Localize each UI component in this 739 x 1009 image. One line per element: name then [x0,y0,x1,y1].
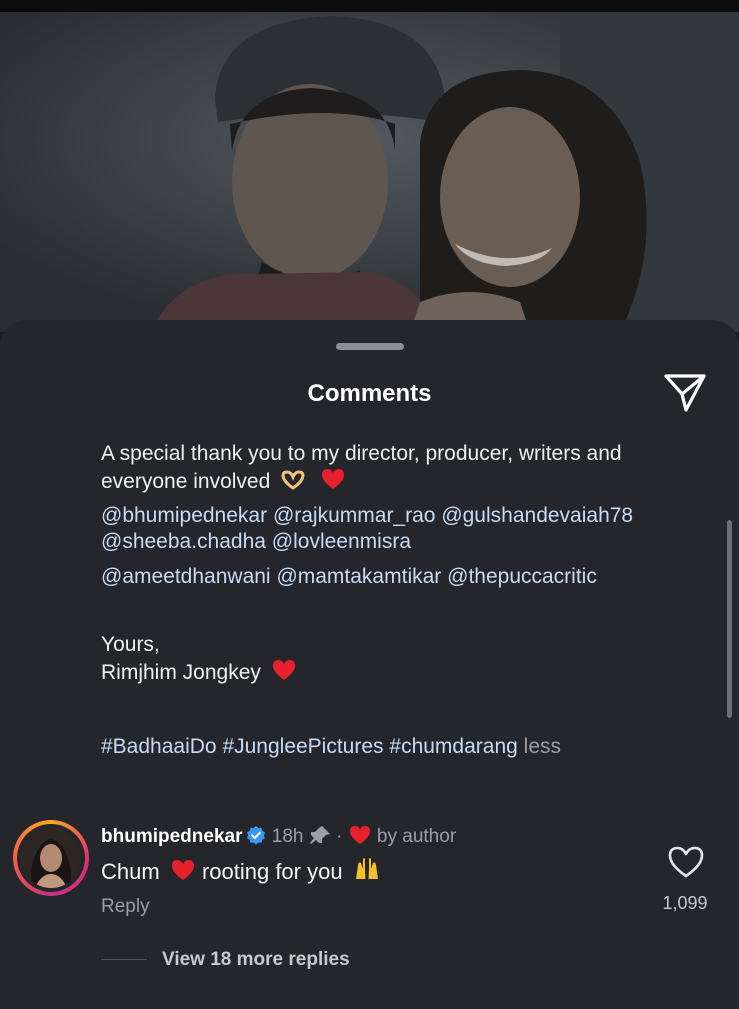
red-heart-emoji [320,467,346,498]
video-background [0,12,739,332]
comment-text: Chum rooting for you [101,855,385,889]
replies-divider [101,959,147,960]
caption-line-2: everyone involved [101,470,271,493]
caption-line-1: A special thank you to my director, prod… [101,442,622,465]
sheet-drag-handle[interactable] [336,343,404,350]
mention-link[interactable]: @rajkummar_rao [273,504,436,527]
pin-icon [309,825,331,852]
comment-text-part-1: Chum [101,859,160,884]
liked-by-author-heart-icon [348,824,372,853]
liked-by-author-label: by author [376,826,457,847]
like-count: 1,099 [662,893,708,913]
less-toggle[interactable]: less [524,735,561,758]
caption-signoff: Yours, Rimjhim Jongkey [101,631,721,689]
comment-meta: bhumipednekar 18h · by author [101,824,456,853]
hashtags-row: #BadhaaiDo #JungleePictures #chumdarang … [101,733,721,760]
mention-link[interactable]: @lovleenmisra [272,530,411,553]
mentions-row-2: @sheeba.chadha @lovleenmisra [101,528,721,555]
heart-hands-emoji [280,470,306,497]
signoff-line-2: Rimjhim Jongkey [101,661,261,684]
mentions-row-1: @bhumipednekar @rajkummar_rao @gulshande… [101,502,721,529]
avatar[interactable] [13,820,89,896]
comment-time: 18h [271,826,304,847]
mention-link[interactable]: @sheeba.chadha [101,530,266,553]
mention-link[interactable]: @bhumipednekar [101,504,267,527]
status-bar-strip [0,0,739,12]
hashtag-link[interactable]: #chumdarang [389,735,517,758]
view-more-replies-button[interactable]: View 18 more replies [162,949,350,971]
caption-thanks: A special thank you to my director, prod… [101,440,721,498]
sheet-title: Comments [307,380,432,407]
raised-hands-emoji [353,855,381,888]
heart-outline-icon [668,846,704,878]
meta-separator: · [336,826,343,847]
mention-link[interactable]: @mamtakamtikar [276,565,441,588]
scrollbar[interactable] [727,520,732,718]
comment-username[interactable]: bhumipednekar [101,826,242,847]
send-icon [664,374,706,412]
comment-text-part-2: rooting for you [201,859,343,884]
mention-link[interactable]: @ameetdhanwani [101,565,271,588]
avatar-image [21,828,81,888]
verified-badge-icon [246,825,266,852]
mentions-row-3: @ameetdhanwani @mamtakamtikar @thepuccac… [101,563,721,590]
red-heart-emoji [170,858,196,889]
hashtag-link[interactable]: #BadhaaiDo [101,735,217,758]
signoff-line-1: Yours, [101,633,160,656]
mention-link[interactable]: @gulshandevaiah78 [441,504,633,527]
mention-link[interactable]: @thepuccacritic [447,565,597,588]
share-button[interactable] [660,370,710,416]
like-button[interactable] [667,845,705,879]
red-heart-emoji [271,658,297,689]
hashtag-link[interactable]: #JungleePictures [222,735,383,758]
video-still-image [0,12,739,332]
reply-button[interactable]: Reply [101,896,150,918]
